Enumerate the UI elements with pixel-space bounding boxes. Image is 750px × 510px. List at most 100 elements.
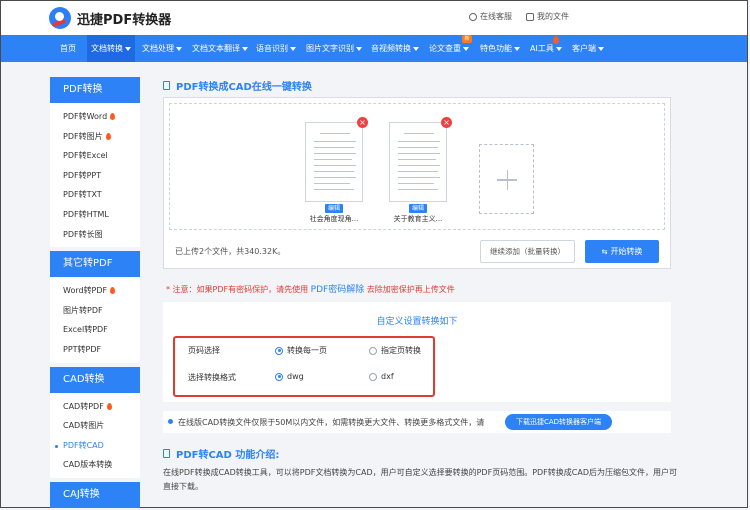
add-file-button[interactable] [479,144,534,214]
sidebar-item-ppt-to-pdf[interactable]: PPT转PDF [50,340,140,360]
sidebar-head-pdf-convert[interactable]: PDF转换 [50,77,140,103]
nav-item-features[interactable]: 特色功能 [480,35,520,62]
file-card[interactable]: × 编辑 社会角度现角... [305,117,368,224]
nav-item-speech[interactable]: 语音识别 [256,35,296,62]
page-title: PDF转换成CAD在线一键转换 [163,78,312,93]
main-nav: 首页 文档转换 文档处理 文档文本翻译 语音识别 图片文字识别 音视频转换 论文… [1,35,747,62]
continue-add-button[interactable]: 继续添加（批量转换） [480,240,575,263]
start-convert-label: 开始转换 [610,247,643,256]
nav-item-translate[interactable]: 文档文本翻译 [192,35,248,62]
sidebar-item-pdf-to-cad[interactable]: PDF转CAD [50,436,140,456]
info-dot-icon [168,419,173,424]
pdf-password-remove-link[interactable]: PDF密码解除 [311,285,365,295]
nav-label: 文档转换 [91,44,123,53]
nav-item-client[interactable]: 客户端 [572,35,604,62]
sidebar-item-pdf-to-long-image[interactable]: PDF转长图 [50,225,140,245]
logo-text: 迅捷PDF转换器 [77,12,172,28]
flame-icon [110,113,116,120]
sidebar: PDF转换 PDF转Word PDF转图片 PDF转Excel PDF转PPT … [50,77,140,508]
password-notice: * 注意：如果PDF有密码保护，请先使用 PDF密码解除 去除加密保护再上传文件 [166,282,455,295]
sidebar-item-pdf-to-image[interactable]: PDF转图片 [50,127,140,147]
nav-label: 文档处理 [142,44,174,53]
sidebar-item-label: PDF转CAD [63,440,104,450]
flame-icon [105,132,111,140]
settings-options-box: 页码选择 转换每一页 指定页转换 选择转换格式 dwg dxf [173,336,435,397]
radio-label: 转换每一页 [287,346,327,355]
chevron-down-icon [413,46,419,51]
radio-label: dxf [381,372,394,381]
radio-convert-every-page[interactable]: 转换每一页 [275,345,327,356]
flame-icon [553,36,559,44]
nav-label: 音视频转换 [371,44,411,53]
sidebar-item-excel-to-pdf[interactable]: Excel转PDF [50,320,140,340]
radio-format-dwg[interactable]: dwg [275,372,304,381]
top-bar: 迅捷PDF转换器 在线客服 我的文件 [1,1,747,35]
sidebar-item-pdf-to-word[interactable]: PDF转Word [50,107,140,127]
sidebar-item-pdf-to-excel[interactable]: PDF转Excel [50,146,140,166]
function-intro-title: PDF转CAD 功能介绍: [163,446,279,461]
sidebar-item-label: CAD版本转换 [63,460,113,470]
radio-checked-icon [275,372,283,381]
nav-item-home[interactable]: 首页 [60,35,76,62]
sidebar-item-pdf-to-ppt[interactable]: PDF转PPT [50,166,140,186]
radio-checked-icon [275,346,283,355]
radio-specified-pages[interactable]: 指定页转换 [369,345,421,356]
nav-label: 特色功能 [480,44,512,53]
sidebar-head-cad-convert[interactable]: CAD转换 [50,366,140,393]
settings-title: 自定义设置转换如下 [376,317,458,327]
settings-panel: 自定义设置转换如下 页码选择 转换每一页 指定页转换 选择转换格式 dwg dx… [163,302,671,402]
nav-label: 论文查重 [429,44,461,53]
sidebar-item-label: PDF转TXT [63,190,102,200]
chevron-down-icon [125,46,131,51]
nav-item-ocr[interactable]: 图片文字识别 [306,35,362,62]
logo[interactable]: 迅捷PDF转换器 [49,7,171,29]
sidebar-item-cad-to-image[interactable]: CAD转图片 [50,416,140,436]
sidebar-list: CAD转PDF CAD转图片 PDF转CAD CAD版本转换 [50,392,140,478]
flame-icon [110,287,116,295]
document-icon [163,449,170,458]
customer-service-link[interactable]: 在线客服 [469,11,512,22]
delete-file-icon[interactable]: × [441,117,452,128]
chevron-down-icon [356,46,362,51]
sidebar-item-label: 图片转PDF [63,305,103,315]
sidebar-item-pdf-to-html[interactable]: PDF转HTML [50,205,140,225]
file-thumbnail: × [305,117,368,202]
start-convert-button[interactable]: ⇆ 开始转换 [585,240,659,263]
notice-suffix: 去除加密保护再上传文件 [364,285,455,294]
radio-label: 指定页转换 [381,346,421,355]
sidebar-item-cad-to-pdf[interactable]: CAD转PDF [50,397,140,417]
format-select-label: 选择转换格式 [188,373,236,382]
chevron-down-icon [555,46,562,51]
file-card[interactable]: × 编辑 关于教育主义... [389,117,452,224]
file-thumbnail: × [389,117,452,202]
delete-file-icon[interactable]: × [357,117,368,128]
sidebar-head-caj-convert[interactable]: CAJ转换 [50,481,140,508]
sidebar-item-image-to-pdf[interactable]: 图片转PDF [50,301,140,321]
nav-item-document-process[interactable]: 文档处理 [142,35,182,62]
sidebar-item-label: PDF转Excel [63,151,108,161]
sidebar-list: PDF转Word PDF转图片 PDF转Excel PDF转PPT PDF转TX… [50,103,140,248]
sidebar-head-other-to-pdf[interactable]: 其它转PDF [50,251,140,278]
radio-format-dxf[interactable]: dxf [369,372,394,381]
download-client-button[interactable]: 下载迅捷CAD转换器客户端 [505,414,612,430]
nav-label: 文档文本翻译 [192,44,240,53]
sidebar-item-word-to-pdf[interactable]: Word转PDF [50,281,140,301]
sidebar-item-label: Word转PDF [63,286,108,296]
sidebar-item-label: PDF转Word [63,112,108,121]
new-badge: 新 [462,35,472,43]
radio-label: dwg [287,372,304,381]
upload-dropzone[interactable]: × 编辑 社会角度现角... × 编辑 关于教育主义... [169,103,665,230]
nav-item-av-convert[interactable]: 音视频转换 [371,35,419,62]
my-files-link[interactable]: 我的文件 [526,11,569,22]
nav-label: 客户端 [572,44,596,53]
sidebar-item-label: PDF转PPT [63,170,102,180]
sidebar-item-label: CAD转PDF [63,401,104,411]
chevron-down-icon [290,46,296,51]
nav-item-document-convert[interactable]: 文档转换 [87,35,135,62]
sidebar-list: Word转PDF 图片转PDF Excel转PDF PPT转PDF [50,277,140,363]
edit-button[interactable]: 编辑 [409,204,427,213]
sidebar-item-pdf-to-txt[interactable]: PDF转TXT [50,185,140,205]
edit-button[interactable]: 编辑 [325,204,343,213]
chevron-down-icon [514,46,520,51]
sidebar-item-cad-version[interactable]: CAD版本转换 [50,455,140,475]
